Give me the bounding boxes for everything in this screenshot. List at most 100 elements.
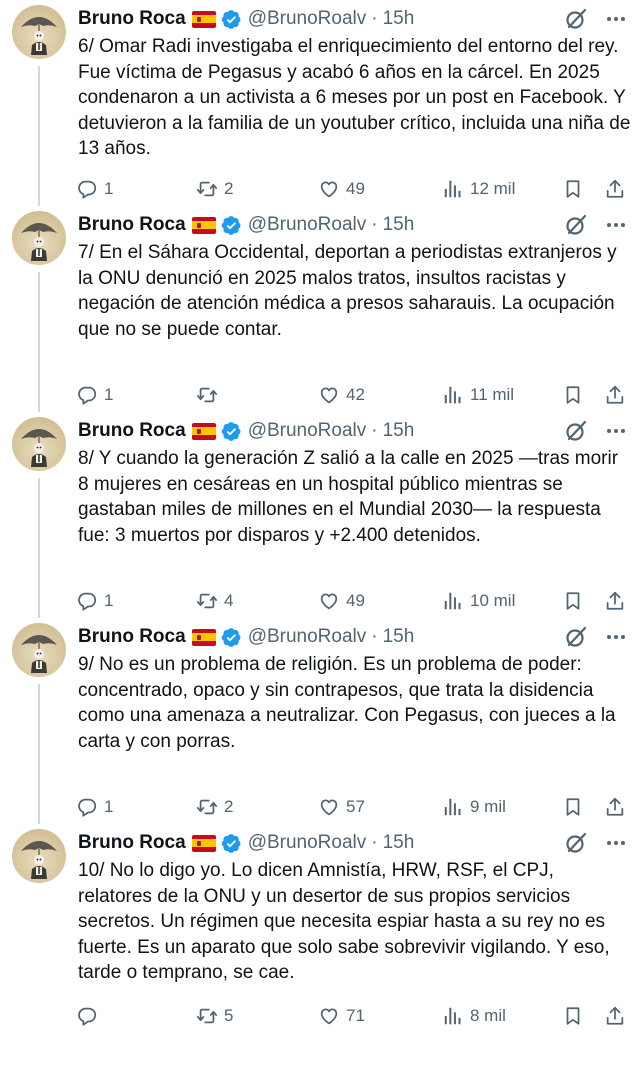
bookmark-button[interactable] <box>562 1001 584 1031</box>
more-icon[interactable] <box>603 624 629 650</box>
reply-button[interactable]: 1 <box>76 792 113 822</box>
like-count: 57 <box>346 797 365 816</box>
avatar[interactable] <box>12 211 66 265</box>
tweet-actions: 1 42 11 mil <box>76 380 635 410</box>
reply-icon <box>76 384 98 406</box>
reply-button[interactable]: 1 <box>76 586 113 616</box>
tweet-text: 9/ No es un problema de religión. Es un … <box>78 654 616 752</box>
tweet-text: 10/ No lo digo yo. Lo dicen Amnistía, HR… <box>78 860 610 983</box>
like-button[interactable]: 71 <box>318 1001 365 1031</box>
like-button[interactable]: 49 <box>318 174 365 204</box>
share-button[interactable] <box>604 174 626 204</box>
grok-icon[interactable] <box>563 830 589 856</box>
share-icon <box>604 590 626 612</box>
views-button[interactable]: 10 mil <box>442 586 515 616</box>
like-button[interactable]: 42 <box>318 380 365 410</box>
author-handle[interactable]: @BrunoRoalv <box>248 212 367 238</box>
verified-badge-icon[interactable] <box>221 833 242 854</box>
grok-icon[interactable] <box>563 418 589 444</box>
repost-button[interactable] <box>196 380 224 410</box>
tweet-header: Bruno Roca @BrunoRoalv · 15h <box>78 830 633 856</box>
bookmark-button[interactable] <box>562 380 584 410</box>
timestamp[interactable]: 15h <box>383 418 415 444</box>
reply-button[interactable] <box>76 1001 104 1031</box>
avatar[interactable] <box>12 5 66 59</box>
timestamp[interactable]: 15h <box>383 212 415 238</box>
share-button[interactable] <box>604 1001 626 1031</box>
tweet-actions: 1 2 57 9 mil <box>76 792 635 822</box>
share-icon <box>604 1005 626 1027</box>
like-button[interactable]: 57 <box>318 792 365 822</box>
author-handle[interactable]: @BrunoRoalv <box>248 624 367 650</box>
views-button[interactable]: 11 mil <box>442 380 514 410</box>
views-icon <box>442 384 464 406</box>
author-handle[interactable]: @BrunoRoalv <box>248 6 367 32</box>
verified-badge-icon[interactable] <box>221 9 242 30</box>
author-handle[interactable]: @BrunoRoalv <box>248 830 367 856</box>
avatar[interactable] <box>12 829 66 883</box>
tweet-header: Bruno Roca @BrunoRoalv · 15h <box>78 212 633 238</box>
author-handle[interactable]: @BrunoRoalv <box>248 418 367 444</box>
bookmark-button[interactable] <box>562 174 584 204</box>
tweet-5[interactable]: Bruno Roca @BrunoRoalv · 15h 10/ No lo d… <box>0 824 643 1054</box>
separator-dot: · <box>371 832 378 853</box>
tweet-text: 6/ Omar Radi investigaba el enriquecimie… <box>78 36 631 159</box>
thread-connector-line <box>38 478 40 618</box>
thread-connector-line <box>38 272 40 412</box>
more-icon[interactable] <box>603 6 629 32</box>
views-button[interactable]: 9 mil <box>442 792 506 822</box>
repost-button[interactable]: 4 <box>196 586 233 616</box>
repost-button[interactable]: 5 <box>196 1001 233 1031</box>
views-button[interactable]: 8 mil <box>442 1001 506 1031</box>
timestamp[interactable]: 15h <box>383 830 415 856</box>
separator-dot: · <box>371 214 378 235</box>
repost-button[interactable]: 2 <box>196 174 233 204</box>
thread-connector-line <box>38 66 40 206</box>
more-icon[interactable] <box>603 830 629 856</box>
like-button[interactable]: 49 <box>318 586 365 616</box>
bookmark-icon <box>562 590 584 612</box>
verified-badge-icon[interactable] <box>221 627 242 648</box>
spain-flag-icon <box>191 10 216 28</box>
grok-icon[interactable] <box>563 6 589 32</box>
share-button[interactable] <box>604 380 626 410</box>
like-icon <box>318 1005 340 1027</box>
author-name[interactable]: Bruno Roca <box>78 624 186 650</box>
verified-badge-icon[interactable] <box>221 421 242 442</box>
reply-count: 1 <box>104 179 114 198</box>
avatar[interactable] <box>12 623 66 677</box>
author-name[interactable]: Bruno Roca <box>78 418 186 444</box>
share-button[interactable] <box>604 792 626 822</box>
reply-count: 1 <box>104 385 114 404</box>
tweet-2[interactable]: Bruno Roca @BrunoRoalv · 15h 7/ En el Sá… <box>0 206 643 412</box>
grok-icon[interactable] <box>563 212 589 238</box>
reply-button[interactable]: 1 <box>76 380 113 410</box>
verified-badge-icon[interactable] <box>221 215 242 236</box>
author-name[interactable]: Bruno Roca <box>78 6 186 32</box>
timestamp[interactable]: 15h <box>383 6 415 32</box>
spain-flag-icon <box>191 216 216 234</box>
grok-icon[interactable] <box>563 624 589 650</box>
author-name[interactable]: Bruno Roca <box>78 212 186 238</box>
like-count: 49 <box>346 591 365 610</box>
more-icon[interactable] <box>603 418 629 444</box>
avatar[interactable] <box>12 417 66 471</box>
bookmark-icon <box>562 384 584 406</box>
timestamp[interactable]: 15h <box>383 624 415 650</box>
repost-button[interactable]: 2 <box>196 792 233 822</box>
share-button[interactable] <box>604 586 626 616</box>
share-icon <box>604 796 626 818</box>
like-count: 42 <box>346 385 365 404</box>
views-count: 8 mil <box>470 1006 506 1025</box>
tweet-4[interactable]: Bruno Roca @BrunoRoalv · 15h 9/ No es un… <box>0 618 643 824</box>
bookmark-button[interactable] <box>562 586 584 616</box>
reply-count: 1 <box>104 797 114 816</box>
more-icon[interactable] <box>603 212 629 238</box>
bookmark-button[interactable] <box>562 792 584 822</box>
tweet-1[interactable]: Bruno Roca @BrunoRoalv · 15h 6/ Omar Rad… <box>0 0 643 206</box>
reply-button[interactable]: 1 <box>76 174 113 204</box>
views-button[interactable]: 12 mil <box>442 174 515 204</box>
like-count: 49 <box>346 179 365 198</box>
tweet-3[interactable]: Bruno Roca @BrunoRoalv · 15h 8/ Y cuando… <box>0 412 643 618</box>
author-name[interactable]: Bruno Roca <box>78 830 186 856</box>
